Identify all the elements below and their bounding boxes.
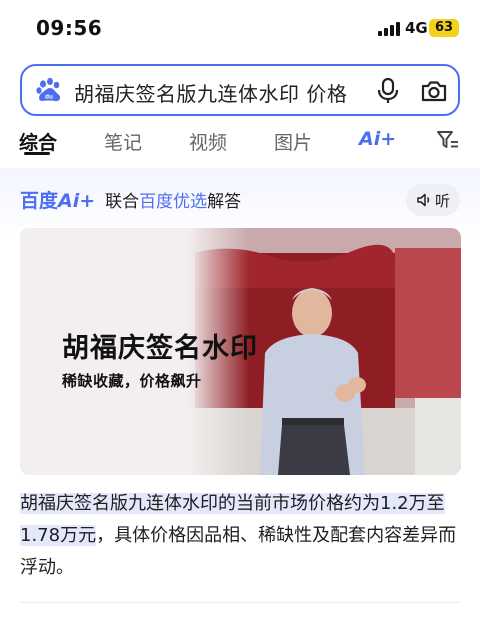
search-box[interactable]: du 胡福庆签名版九连体水印 价格: [20, 64, 460, 116]
baidu-youxuan-link[interactable]: 百度优选: [139, 192, 207, 212]
listen-label: 听: [434, 191, 450, 210]
search-input[interactable]: 胡福庆签名版九连体水印 价格: [74, 78, 347, 107]
tab-videos[interactable]: 视频: [189, 128, 227, 155]
baidu-brand-label: 百度: [20, 190, 59, 212]
status-bar: 09:56 4G 63: [0, 0, 480, 58]
image-subtitle: 稀缺收藏，价格飙升: [62, 372, 202, 390]
tab-notes[interactable]: 笔记: [104, 128, 142, 155]
speaker-icon: [417, 193, 430, 207]
svg-text:du: du: [45, 94, 53, 101]
header-text-part2: 解答: [207, 192, 242, 212]
filter-icon[interactable]: [436, 129, 460, 151]
image-title: 胡福庆签名水印: [62, 333, 258, 364]
answer-image[interactable]: 胡福庆签名水印 稀缺收藏，价格飙升: [20, 228, 461, 475]
camera-icon[interactable]: [420, 78, 448, 104]
ai-answer-header: 百度Ai+ 联合百度优选解答: [20, 186, 241, 214]
network-type: 4G: [405, 19, 428, 37]
active-tab-indicator: [24, 152, 50, 155]
answer-text: 胡福庆签名版九连体水印的当前市场价格约为1.2万至1.78万元，具体价格因品相、…: [20, 488, 460, 584]
listen-button[interactable]: 听: [406, 184, 460, 216]
microphone-icon[interactable]: [375, 77, 401, 105]
search-tabs: 综合 笔记 视频 图片: [0, 120, 480, 164]
header-text-part1: 联合: [105, 192, 140, 212]
baidu-paw-icon: du: [36, 77, 61, 102]
status-time: 09:56: [36, 16, 103, 40]
ai-plus-brand-label: Ai+: [58, 190, 96, 212]
tab-comprehensive[interactable]: 综合: [19, 128, 57, 155]
tab-ai-plus[interactable]: Ai+: [359, 128, 396, 150]
divider: [20, 602, 460, 603]
tab-images[interactable]: 图片: [274, 128, 312, 155]
battery-icon: 63: [429, 19, 459, 37]
signal-strength-icon: [378, 22, 400, 36]
